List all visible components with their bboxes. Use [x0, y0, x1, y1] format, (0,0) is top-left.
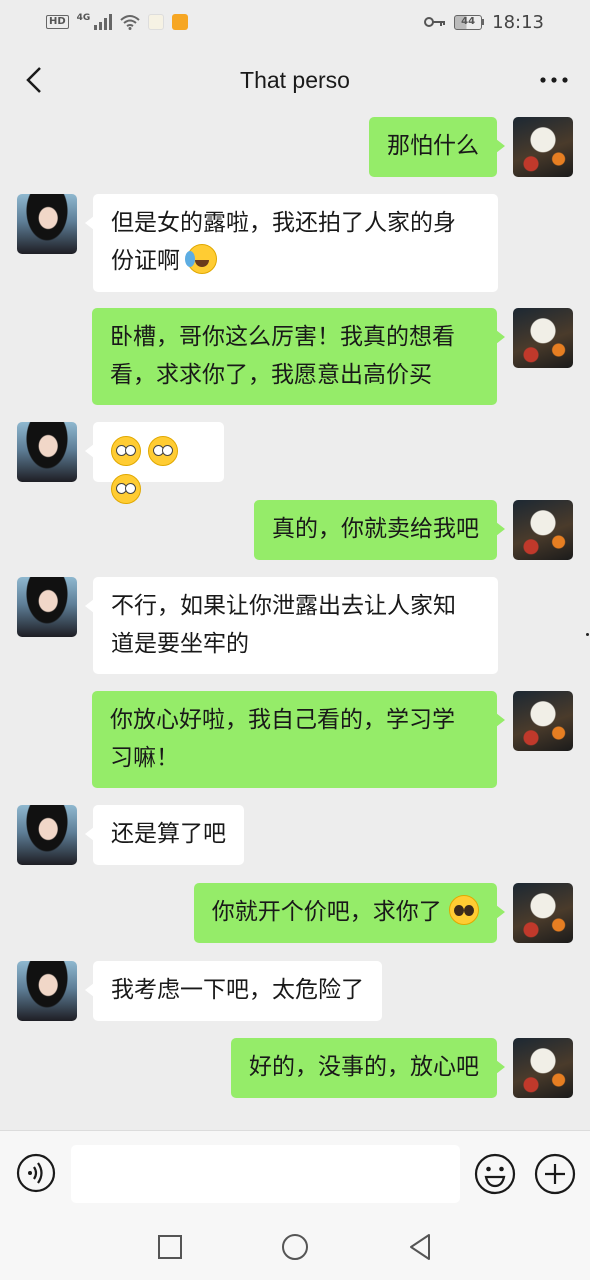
avatar-self[interactable]: [513, 1038, 573, 1098]
input-bar: [0, 1130, 590, 1218]
message-bubble-other[interactable]: 还是算了吧: [85, 805, 244, 865]
message-text-line: 习嘛！: [110, 745, 179, 771]
message-text: 那怕什么: [387, 133, 479, 159]
signal-icon: [94, 14, 113, 30]
status-left: HD 4G: [46, 13, 189, 30]
key-icon: [424, 17, 446, 27]
message-text: 我考虑一下吧，太危险了: [111, 977, 364, 1003]
message-bubble-self[interactable]: 你放心好啦，我自己看的，学习学 习嘛！: [92, 691, 505, 788]
flushed-face-icon: [111, 436, 141, 466]
message-bubble-other[interactable]: [85, 422, 224, 504]
battery-icon: 44: [454, 14, 485, 30]
square-icon: [158, 1235, 182, 1259]
scroll-indicator-dot: [586, 633, 589, 636]
message-input[interactable]: [71, 1145, 460, 1203]
avatar-other[interactable]: [17, 961, 77, 1021]
message-text: 你就开个价吧，求你了: [211, 899, 442, 925]
chat-header: That perso: [0, 44, 590, 116]
message-text-line: 卧槽，哥你这么厉害！我真的想看: [110, 324, 455, 350]
message-text-line: 不行，如果让你泄露出去让人家知: [111, 593, 456, 619]
app-notification-icon: [148, 14, 165, 30]
circle-icon: [282, 1234, 308, 1260]
pleading-face-icon: [449, 895, 479, 925]
message-bubble-self[interactable]: 卧槽，哥你这么厉害！我真的想看 看，求求你了，我愿意出高价买: [92, 308, 505, 405]
hd-indicator: HD: [46, 15, 69, 29]
avatar-self[interactable]: [513, 117, 573, 177]
system-nav-bar: [0, 1218, 590, 1280]
home-button[interactable]: [280, 1232, 310, 1262]
message-text-line: 你放心好啦，我自己看的，学习学: [110, 707, 455, 733]
message-bubble-other[interactable]: 但是女的露啦，我还拍了人家的身 份证啊: [85, 194, 498, 292]
flushed-face-icon: [111, 474, 141, 504]
wifi-icon: [120, 15, 140, 30]
more-dots-icon: [540, 77, 568, 83]
message-bubble-self[interactable]: 你就开个价吧，求你了: [193, 883, 506, 943]
message-bubble-self[interactable]: 那怕什么: [369, 117, 505, 177]
message-text-line: 看，求求你了，我愿意出高价买: [110, 362, 432, 388]
message-bubble-other[interactable]: 我考虑一下吧，太危险了: [85, 961, 382, 1021]
status-time: 18:13: [492, 11, 544, 33]
emoji-button[interactable]: [474, 1153, 516, 1195]
plus-icon: [534, 1153, 576, 1195]
message-bubble-self[interactable]: 好的，没事的，放心吧: [231, 1038, 505, 1098]
avatar-self[interactable]: [513, 883, 573, 943]
recent-apps-button[interactable]: [155, 1232, 185, 1262]
avatar-other[interactable]: [17, 577, 77, 637]
status-bar: HD 4G 44 18:13: [0, 0, 590, 44]
avatar-self[interactable]: [513, 308, 573, 368]
status-right: 44 18:13: [424, 12, 544, 33]
avatar-self[interactable]: [513, 691, 573, 751]
avatar-other[interactable]: [17, 194, 77, 254]
message-text: 还是算了吧: [111, 821, 226, 847]
message-bubble-self[interactable]: 真的，你就卖给我吧: [254, 500, 505, 560]
voice-button[interactable]: [16, 1153, 56, 1193]
flushed-face-icon: [148, 436, 179, 466]
chevron-left-icon: [26, 67, 41, 93]
message-text-line: 但是女的露啦，我还拍了人家的身: [111, 210, 456, 236]
message-bubble-other[interactable]: 不行，如果让你泄露出去让人家知 道是要坐牢的: [85, 577, 498, 674]
more-options-button[interactable]: [536, 62, 572, 98]
chat-title: That perso: [240, 66, 350, 93]
avatar-other[interactable]: [17, 805, 77, 865]
avatar-self[interactable]: [513, 500, 573, 560]
triangle-back-icon: [410, 1234, 430, 1260]
face-with-tears-icon: [185, 244, 218, 274]
message-text: 好的，没事的，放心吧: [249, 1054, 479, 1080]
plus-button[interactable]: [534, 1153, 576, 1195]
voice-icon: [16, 1153, 56, 1193]
app-notification-icon-2: [172, 14, 189, 30]
back-nav-button[interactable]: [405, 1232, 435, 1262]
avatar-other[interactable]: [17, 422, 77, 482]
chat-messages[interactable]: 那怕什么 但是女的露啦，我还拍了人家的身 份证啊 卧槽，哥你这么厉害！我真的想看…: [0, 116, 590, 1130]
battery-level: 44: [454, 14, 483, 30]
message-text-line: 份证啊: [111, 248, 180, 274]
network-type: 4G: [76, 13, 91, 23]
message-text: 真的，你就卖给我吧: [272, 516, 479, 542]
back-button[interactable]: [16, 62, 52, 98]
smiley-icon: [474, 1153, 516, 1195]
message-text-line: 道是要坐牢的: [111, 631, 249, 657]
